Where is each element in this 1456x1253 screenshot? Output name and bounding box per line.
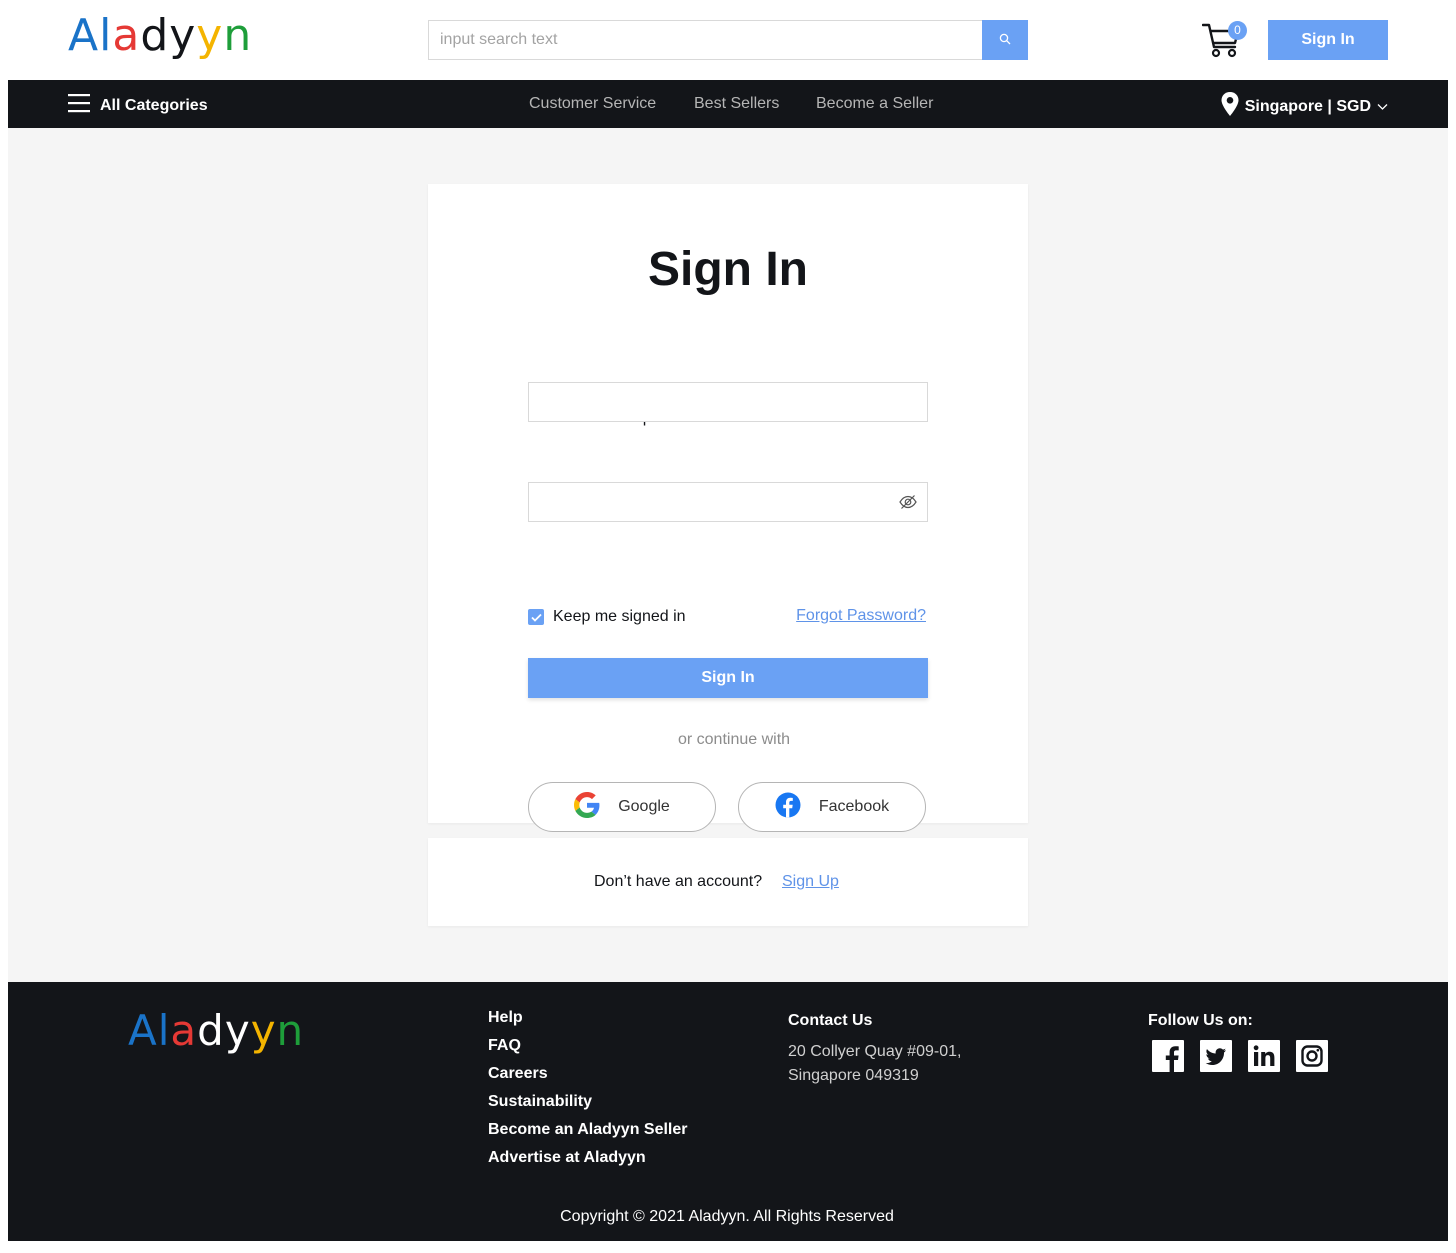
checkbox-checked-icon	[528, 609, 544, 625]
sign-in-submit-button[interactable]: Sign In	[528, 658, 928, 698]
twitter-icon[interactable]	[1200, 1040, 1232, 1072]
footer-link-faq[interactable]: FAQ	[488, 1036, 688, 1064]
eye-slash-icon[interactable]	[898, 492, 918, 512]
address-line-2: Singapore 049319	[788, 1067, 919, 1084]
header-sign-in-button[interactable]: Sign In	[1268, 20, 1388, 60]
google-label: Google	[618, 798, 670, 815]
cart-button[interactable]: 0	[1201, 20, 1248, 64]
location-pin-icon	[1221, 92, 1239, 121]
footer-link-advertise[interactable]: Advertise at Aladyyn	[488, 1148, 688, 1176]
email-field[interactable]	[528, 382, 928, 422]
nav-link-become-a-seller[interactable]: Become a Seller	[816, 95, 933, 113]
category-nav-bar: All Categories Customer Service Best Sel…	[8, 80, 1448, 128]
facebook-label: Facebook	[818, 798, 890, 815]
or-continue-with-text: or continue with	[677, 731, 791, 748]
sign-in-card: Sign In Email or mobile phone number Pas…	[428, 184, 1028, 832]
all-categories-label: All Categories	[100, 96, 208, 114]
google-sign-in-button[interactable]: Google	[528, 782, 716, 832]
footer-link-sustainability[interactable]: Sustainability	[488, 1092, 688, 1120]
all-categories-menu[interactable]: All Categories	[68, 93, 208, 118]
nav-link-best-sellers[interactable]: Best Sellers	[694, 95, 779, 113]
footer: Aladyyn Help FAQ Careers Sustainability …	[8, 982, 1448, 1241]
contact-us-heading: Contact Us	[788, 1012, 873, 1029]
region-currency-selector[interactable]: Singapore | SGD	[1221, 92, 1388, 121]
contact-address: 20 Collyer Quay #09-01, Singapore 049319	[788, 1040, 961, 1088]
linkedin-icon[interactable]	[1248, 1040, 1280, 1072]
facebook-sign-in-button[interactable]: Facebook	[738, 782, 926, 832]
hamburger-menu-icon	[68, 93, 90, 118]
main-content: Sign In Email or mobile phone number Pas…	[8, 128, 1448, 982]
footer-brand-logo[interactable]: Aladyyn	[128, 1010, 304, 1052]
footer-link-careers[interactable]: Careers	[488, 1064, 688, 1092]
footer-links: Help FAQ Careers Sustainability Become a…	[488, 1008, 688, 1176]
search-button[interactable]	[982, 20, 1028, 60]
copyright-text: Copyright © 2021 Aladyyn. All Rights Res…	[560, 1208, 894, 1225]
top-header: Aladyyn 0 Sign In	[0, 0, 1456, 80]
cart-count-badge: 0	[1228, 21, 1247, 40]
search-bar	[428, 20, 1028, 60]
google-logo-icon	[574, 791, 600, 823]
instagram-icon[interactable]	[1296, 1040, 1328, 1072]
cart-icon	[1201, 23, 1242, 64]
facebook-logo-icon	[775, 792, 801, 823]
sign-in-title: Sign In	[648, 243, 808, 296]
footer-link-become-seller[interactable]: Become an Aladyyn Seller	[488, 1120, 688, 1148]
chevron-down-icon	[1377, 98, 1388, 116]
search-icon	[999, 33, 1011, 48]
footer-link-help[interactable]: Help	[488, 1008, 688, 1036]
follow-us-heading: Follow Us on:	[1148, 1012, 1253, 1029]
sign-up-card: Don’t have an account? Sign Up	[428, 838, 1028, 926]
search-input[interactable]	[428, 20, 982, 60]
brand-logo[interactable]: Aladyyn	[68, 14, 252, 58]
password-field[interactable]	[528, 482, 928, 522]
forgot-password-link[interactable]: Forgot Password?	[796, 607, 926, 625]
nav-link-customer-service[interactable]: Customer Service	[529, 95, 656, 113]
facebook-icon[interactable]	[1152, 1040, 1184, 1072]
keep-signed-in-checkbox[interactable]: Keep me signed in	[528, 608, 686, 626]
keep-signed-in-label: Keep me signed in	[553, 608, 686, 625]
address-line-1: 20 Collyer Quay #09-01,	[788, 1043, 962, 1060]
social-icons	[1152, 1040, 1328, 1072]
sign-up-link[interactable]: Sign Up	[782, 873, 839, 891]
no-account-text: Don’t have an account?	[594, 873, 763, 890]
region-label: Singapore | SGD	[1244, 97, 1371, 115]
